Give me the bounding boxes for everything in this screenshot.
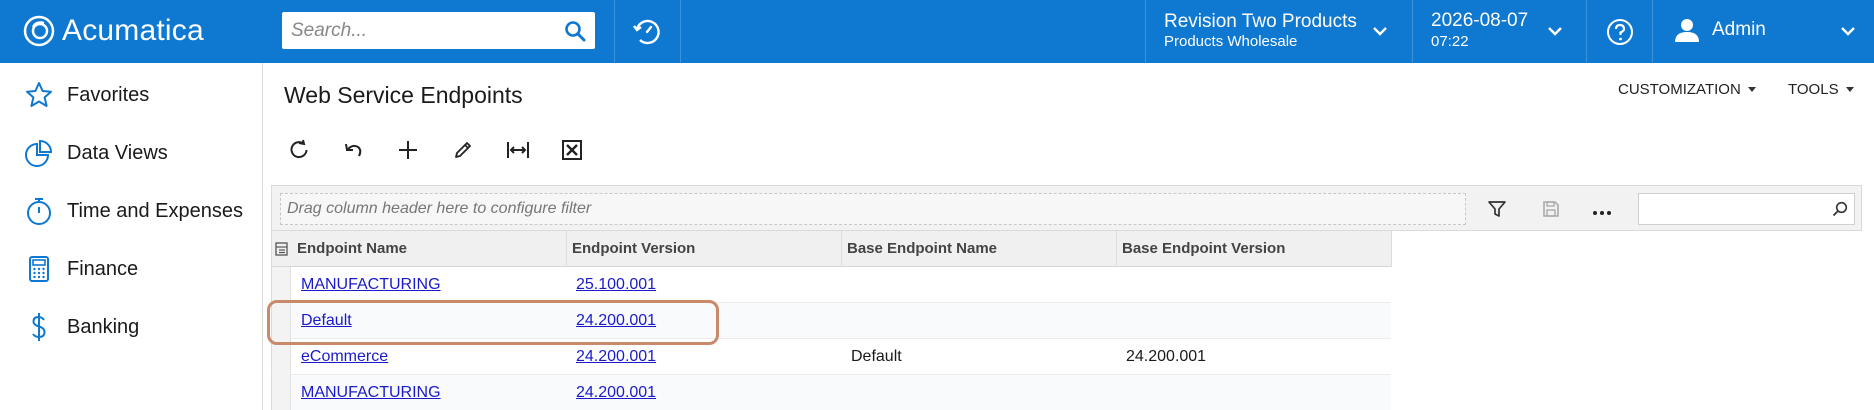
endpoint-name-link[interactable]: eCommerce bbox=[301, 348, 388, 365]
pie-chart-icon bbox=[25, 139, 53, 167]
table-row[interactable]: eCommerce 24.200.001 Default 24.200.001 bbox=[271, 339, 1391, 375]
table-row[interactable]: MANUFACTURING 25.100.001 bbox=[271, 267, 1391, 303]
save-filter-button[interactable] bbox=[1539, 197, 1563, 221]
endpoint-name-link[interactable]: MANUFACTURING bbox=[301, 384, 441, 401]
row-selector[interactable] bbox=[272, 303, 291, 339]
search-icon[interactable] bbox=[1832, 201, 1848, 217]
endpoint-version-link[interactable]: 25.100.001 bbox=[576, 276, 656, 293]
sidebar-item-favorites[interactable]: Favorites bbox=[0, 67, 262, 123]
sidebar-item-label: Favorites bbox=[67, 83, 150, 106]
dollar-icon bbox=[32, 313, 46, 341]
refresh-button[interactable] bbox=[286, 137, 312, 163]
edit-icon bbox=[455, 142, 471, 158]
sidebar: Favorites Data Views Time and Expenses F… bbox=[0, 63, 263, 410]
chevron-down-icon bbox=[1841, 27, 1855, 36]
column-header-base-endpoint-name[interactable]: Base Endpoint Name bbox=[842, 231, 1117, 267]
fit-columns-icon bbox=[507, 142, 529, 158]
more-dots-icon bbox=[1593, 211, 1611, 215]
undo-icon bbox=[345, 143, 362, 157]
base-endpoint-name-cell bbox=[842, 375, 851, 410]
column-header-endpoint-version[interactable]: Endpoint Version bbox=[567, 231, 842, 267]
sidebar-item-time-and-expenses[interactable]: Time and Expenses bbox=[0, 183, 262, 239]
base-endpoint-version-cell bbox=[1117, 375, 1126, 410]
customization-menu[interactable]: CUSTOMIZATION bbox=[1618, 81, 1756, 98]
row-selector-header[interactable] bbox=[272, 231, 291, 267]
sidebar-item-label: Data Views bbox=[67, 141, 168, 164]
stopwatch-icon bbox=[27, 198, 51, 225]
undo-button[interactable] bbox=[340, 137, 366, 163]
endpoint-version-link[interactable]: 24.200.001 bbox=[576, 312, 656, 329]
tools-menu[interactable]: TOOLS bbox=[1788, 81, 1854, 98]
sidebar-item-label: Banking bbox=[67, 315, 140, 338]
endpoint-version-link[interactable]: 24.200.001 bbox=[576, 348, 656, 365]
table-row[interactable]: MANUFACTURING 24.200.001 bbox=[271, 375, 1391, 410]
search-icon[interactable] bbox=[563, 19, 587, 43]
business-date-selector[interactable]: 2026-08-07 07:22 bbox=[1413, 0, 1585, 63]
row-selector[interactable] bbox=[272, 339, 291, 375]
help-icon bbox=[1606, 18, 1633, 45]
tools-label: TOOLS bbox=[1788, 81, 1839, 98]
export-excel-icon bbox=[562, 140, 582, 160]
add-button[interactable] bbox=[395, 137, 421, 163]
grid-search-box bbox=[1638, 193, 1855, 225]
user-name: Admin bbox=[1712, 19, 1766, 40]
base-endpoint-version-cell: 24.200.001 bbox=[1126, 348, 1207, 365]
edit-button[interactable] bbox=[450, 137, 476, 163]
acumatica-logo-icon bbox=[23, 15, 55, 47]
history-icon bbox=[633, 19, 660, 44]
user-icon bbox=[1675, 19, 1699, 42]
divider bbox=[680, 0, 681, 63]
export-excel-button[interactable] bbox=[559, 137, 585, 163]
search-input[interactable] bbox=[282, 12, 552, 49]
sidebar-item-data-views[interactable]: Data Views bbox=[0, 125, 262, 181]
filter-icon bbox=[1488, 201, 1506, 217]
base-endpoint-name-cell bbox=[842, 267, 851, 303]
refresh-icon bbox=[290, 139, 308, 159]
column-header-base-endpoint-version[interactable]: Base Endpoint Version bbox=[1117, 231, 1392, 267]
base-endpoint-version-cell bbox=[1117, 303, 1126, 339]
recent-history-button[interactable] bbox=[615, 0, 679, 63]
endpoint-version-link[interactable]: 24.200.001 bbox=[576, 384, 656, 401]
base-endpoint-version-cell bbox=[1117, 267, 1126, 303]
column-config-icon bbox=[275, 242, 288, 256]
grid-filter-bar: Drag column header here to configure fil… bbox=[271, 185, 1862, 231]
filter-drop-zone[interactable]: Drag column header here to configure fil… bbox=[280, 193, 1466, 225]
sidebar-item-finance[interactable]: Finance bbox=[0, 241, 262, 297]
sidebar-item-label: Finance bbox=[67, 257, 139, 280]
brand-name: Acumatica bbox=[62, 14, 204, 47]
chevron-down-icon bbox=[1373, 27, 1387, 36]
chevron-down-icon bbox=[1548, 27, 1562, 36]
star-icon bbox=[26, 82, 52, 107]
save-icon bbox=[1543, 201, 1559, 217]
customization-label: CUSTOMIZATION bbox=[1618, 81, 1741, 98]
endpoint-name-link[interactable]: Default bbox=[301, 312, 352, 329]
base-endpoint-name-cell bbox=[842, 303, 851, 339]
help-button[interactable] bbox=[1587, 0, 1652, 63]
sidebar-item-banking[interactable]: Banking bbox=[0, 299, 262, 355]
more-options-button[interactable] bbox=[1590, 197, 1614, 221]
page-title: Web Service Endpoints bbox=[284, 82, 523, 108]
company-selector[interactable]: Revision Two Products Products Wholesale bbox=[1146, 0, 1412, 63]
caret-down-icon bbox=[1747, 87, 1756, 92]
endpoints-grid-panel: Drag column header here to configure fil… bbox=[271, 185, 1862, 410]
table-row[interactable]: Default 24.200.001 bbox=[271, 303, 1391, 339]
add-icon bbox=[399, 141, 417, 159]
brand-logo[interactable]: Acumatica bbox=[22, 11, 204, 51]
caret-down-icon bbox=[1845, 87, 1854, 92]
sidebar-item-label: Time and Expenses bbox=[67, 199, 244, 222]
user-menu[interactable]: Admin bbox=[1653, 0, 1874, 63]
global-search bbox=[282, 12, 595, 49]
row-selector[interactable] bbox=[272, 375, 291, 410]
filter-button[interactable] bbox=[1485, 197, 1509, 221]
calculator-icon bbox=[29, 256, 49, 282]
grid-search-input[interactable] bbox=[1639, 194, 1819, 224]
top-bar: Acumatica Revision Two Products Products… bbox=[0, 0, 1874, 63]
column-header-endpoint-name[interactable]: Endpoint Name bbox=[292, 231, 567, 267]
row-selector[interactable] bbox=[272, 267, 291, 303]
fit-columns-button[interactable] bbox=[505, 137, 531, 163]
endpoint-name-link[interactable]: MANUFACTURING bbox=[301, 276, 441, 293]
base-endpoint-name-cell: Default bbox=[851, 348, 902, 365]
grid-header: Endpoint Name Endpoint Version Base Endp… bbox=[271, 231, 1392, 267]
